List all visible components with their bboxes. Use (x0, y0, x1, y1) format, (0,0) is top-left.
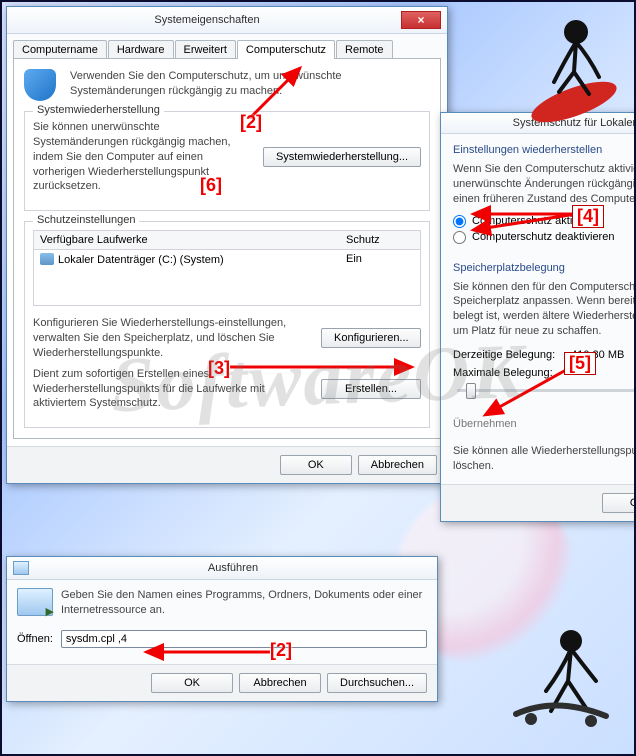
restore-settings-legend: Einstellungen wiederherstellen (453, 144, 636, 156)
run-button-row: OK Abbrechen Durchsuchen... (7, 664, 437, 701)
open-input[interactable] (61, 630, 427, 648)
table-empty-space (34, 269, 420, 305)
system-restore-legend: Systemwiederherstellung (33, 104, 164, 116)
run-browse-button[interactable]: Durchsuchen... (327, 673, 427, 693)
max-usage-slider[interactable] (457, 389, 636, 392)
run-content: Geben Sie den Namen eines Programms, Ord… (7, 580, 437, 664)
protection-ok-button[interactable]: OK (602, 493, 636, 513)
tab-remote[interactable]: Remote (336, 40, 393, 59)
radio-activate-label: Computerschutz aktivieren (472, 215, 602, 227)
configure-button[interactable]: Konfigurieren... (321, 328, 421, 348)
drives-header: Verfügbare Laufwerke Schutz (34, 231, 420, 250)
radio-deactivate[interactable]: Computerschutz deaktivieren (453, 231, 636, 244)
radio-activate[interactable]: Computerschutz aktivieren (453, 215, 636, 228)
drive-name: Lokaler Datenträger (C:) (System) (58, 254, 224, 266)
apply-translate: Übernehmen (453, 418, 636, 430)
run-title-icon (13, 561, 29, 575)
drives-table: Verfügbare Laufwerke Schutz Lokaler Date… (33, 230, 421, 306)
run-ok-button[interactable]: OK (151, 673, 233, 693)
diskspace-legend: Speicherplatzbelegung (453, 262, 636, 274)
tab-body-computerschutz: Verwenden Sie den Computerschutz, um une… (13, 58, 441, 439)
intro-text: Verwenden Sie den Computerschutz, um une… (70, 69, 430, 99)
current-usage-label: Derzeitige Belegung: (453, 349, 555, 361)
tab-computerschutz[interactable]: Computerschutz (237, 40, 335, 59)
system-protection-window: Systemschutz für Lokaler Datenträger Ein… (440, 112, 636, 522)
disk-icon (40, 253, 54, 265)
max-usage-label: Maximale Belegung: (453, 367, 636, 379)
open-label: Öffnen: (17, 633, 53, 645)
col-available-drives: Verfügbare Laufwerke (34, 231, 340, 249)
system-properties-title: Systemeigenschaften (13, 14, 401, 26)
system-properties-tabs: Computername Hardware Erweitert Computer… (7, 34, 447, 59)
run-icon (17, 588, 53, 616)
cancel-button[interactable]: Abbrechen (358, 455, 437, 475)
tab-hardware[interactable]: Hardware (108, 40, 174, 59)
radio-activate-input[interactable] (453, 215, 466, 228)
system-restore-button[interactable]: Systemwiederherstellung... (263, 147, 421, 167)
group-system-restore: Systemwiederherstellung Sie können unerw… (24, 111, 430, 211)
table-row[interactable]: Lokaler Datenträger (C:) (System) Ein (34, 250, 420, 269)
slider-thumb[interactable] (466, 383, 476, 399)
ok-button[interactable]: OK (280, 455, 352, 475)
tab-erweitert[interactable]: Erweitert (175, 40, 236, 59)
drive-cell: Lokaler Datenträger (C:) (System) (34, 250, 340, 269)
protection-button-row: OK Abbrechen (441, 484, 636, 521)
run-titlebar[interactable]: Ausführen (7, 557, 437, 580)
configure-text: Konfigurieren Sie Wiederherstellungs-ein… (33, 316, 313, 361)
col-protection: Schutz (340, 231, 420, 249)
group-protection-settings: Schutzeinstellungen Verfügbare Laufwerke… (24, 221, 430, 428)
run-dialog: Ausführen Geben Sie den Namen eines Prog… (6, 556, 438, 702)
run-title: Ausführen (35, 562, 431, 574)
close-icon[interactable]: × (401, 11, 441, 29)
diskspace-text: Sie können den für den Computerschutz ve… (453, 280, 636, 339)
current-usage-value: 410,30 MB (571, 349, 624, 361)
run-text: Geben Sie den Namen eines Programms, Ord… (61, 588, 427, 618)
system-restore-text: Sie können unerwünschte Systemänderungen… (33, 120, 255, 194)
system-properties-window: Systemeigenschaften × Computername Hardw… (6, 6, 448, 484)
max-usage-value: 3% (1,79 GB) (453, 400, 636, 412)
radio-deactivate-label: Computerschutz deaktivieren (472, 231, 614, 243)
system-properties-titlebar[interactable]: Systemeigenschaften × (7, 7, 447, 34)
run-cancel-button[interactable]: Abbrechen (239, 673, 321, 693)
restore-settings-text: Wenn Sie den Computerschutz aktivieren, … (453, 162, 636, 207)
create-text: Dient zum sofortigen Erstellen eines Wie… (33, 367, 313, 412)
sysprops-button-row: OK Abbrechen (7, 446, 447, 483)
create-button[interactable]: Erstellen... (321, 379, 421, 399)
drive-status: Ein (340, 250, 420, 269)
protection-content: Einstellungen wiederherstellen Wenn Sie … (441, 134, 636, 484)
intro-row: Verwenden Sie den Computerschutz, um une… (24, 69, 430, 101)
delete-text: Sie können alle Wiederherstellungspunkte… (453, 444, 636, 474)
tab-computername[interactable]: Computername (13, 40, 107, 59)
protection-title: Systemschutz für Lokaler Datenträger (447, 117, 636, 129)
radio-deactivate-input[interactable] (453, 231, 466, 244)
protection-settings-legend: Schutzeinstellungen (33, 214, 139, 226)
shield-icon (24, 69, 56, 101)
protection-titlebar[interactable]: Systemschutz für Lokaler Datenträger (441, 113, 636, 134)
